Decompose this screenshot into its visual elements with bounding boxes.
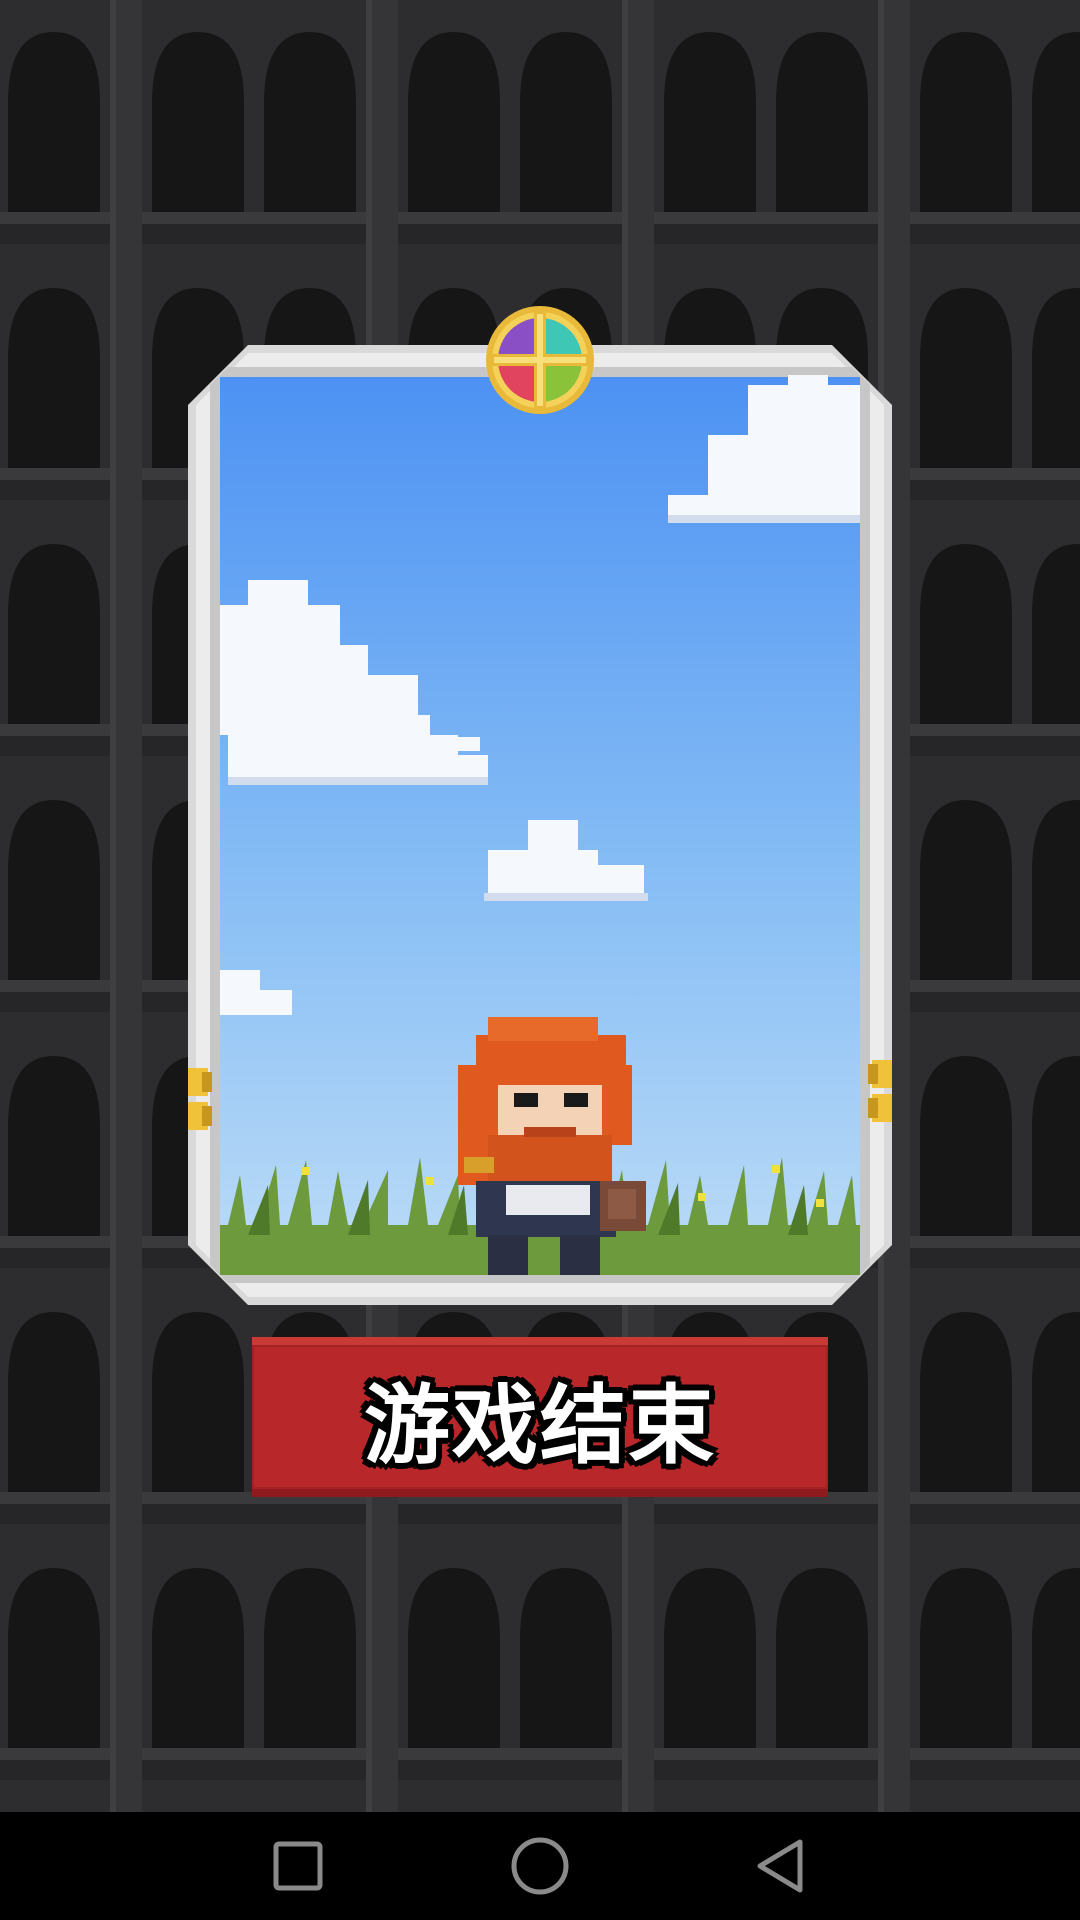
gold-tab-left — [188, 1068, 212, 1130]
character-card — [188, 345, 892, 1305]
circle-icon[interactable] — [508, 1834, 572, 1898]
triangle-back-icon[interactable] — [750, 1834, 814, 1898]
gold-tab-right — [868, 1060, 892, 1122]
square-icon[interactable] — [266, 1834, 330, 1898]
four-gem-emblem-icon — [486, 306, 594, 414]
navigation-bar — [0, 1812, 1080, 1920]
game-over-button[interactable]: 游戏结束 — [252, 1337, 828, 1497]
game-over-label: 游戏结束 — [364, 1375, 716, 1476]
